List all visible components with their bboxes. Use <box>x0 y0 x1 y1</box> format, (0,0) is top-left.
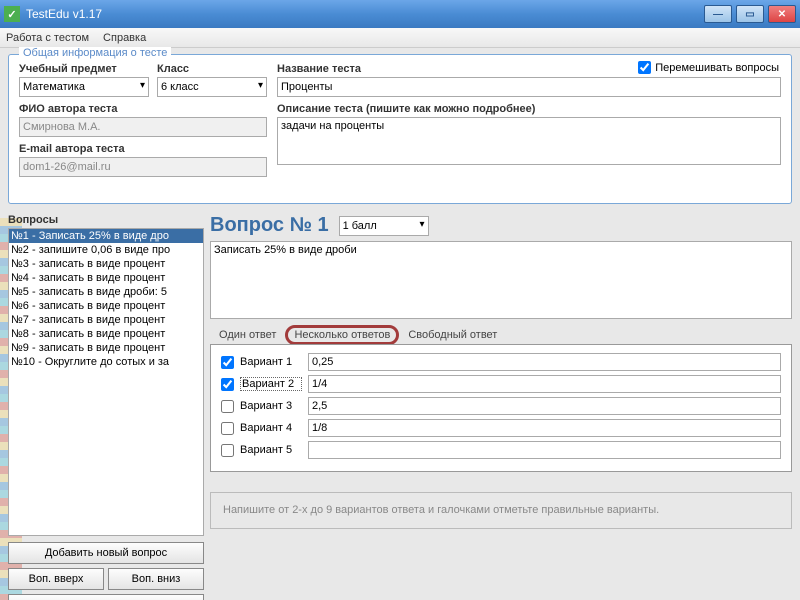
menu-work-with-test[interactable]: Работа с тестом <box>6 32 89 44</box>
question-list-item[interactable]: №6 - записать в виде процент <box>9 299 203 313</box>
answer-label: Вариант 4 <box>240 422 302 434</box>
subject-select[interactable] <box>19 77 149 97</box>
menubar: Работа с тестом Справка <box>0 28 800 48</box>
shuffle-label: Перемешивать вопросы <box>655 62 779 74</box>
answer-correct-checkbox[interactable] <box>221 422 234 435</box>
menu-help[interactable]: Справка <box>103 32 146 44</box>
email-label: E-mail автора теста <box>19 143 267 155</box>
question-list-item[interactable]: №9 - записать в виде процент <box>9 341 203 355</box>
answer-text-input[interactable] <box>308 353 781 371</box>
app-window: ✓ TestEdu v1.17 — ▭ ✕ Работа с тестом Сп… <box>0 0 800 600</box>
question-list-item[interactable]: №1 - Записать 25% в виде дро <box>9 229 203 243</box>
answer-row: Вариант 4 <box>221 419 781 437</box>
close-button[interactable]: ✕ <box>768 5 796 23</box>
question-list-item[interactable]: №8 - записать в виде процент <box>9 327 203 341</box>
question-list-item[interactable]: №3 - записать в виде процент <box>9 257 203 271</box>
test-desc-label: Описание теста (пишите как можно подробн… <box>277 103 781 115</box>
points-select[interactable] <box>339 216 429 236</box>
general-info-legend: Общая информация о тесте <box>19 47 171 59</box>
shuffle-questions-checkbox[interactable]: Перемешивать вопросы <box>638 61 779 74</box>
maximize-button[interactable]: ▭ <box>736 5 764 23</box>
answer-label: Вариант 1 <box>240 356 302 368</box>
question-list-item[interactable]: №5 - записать в виде дроби: 5 <box>9 285 203 299</box>
test-desc-input[interactable] <box>277 117 781 165</box>
answer-text-input[interactable] <box>308 419 781 437</box>
answer-correct-checkbox[interactable] <box>221 400 234 413</box>
answer-row: Вариант 3 <box>221 397 781 415</box>
class-select[interactable] <box>157 77 267 97</box>
question-list-item[interactable]: №7 - записать в виде процент <box>9 313 203 327</box>
answer-correct-checkbox[interactable] <box>221 444 234 457</box>
question-text-input[interactable] <box>210 241 792 319</box>
answers-panel: Вариант 1 Вариант 2 Вариант 3 Вариант 4 Вари… <box>210 344 792 472</box>
test-title-input[interactable] <box>277 77 781 97</box>
question-list-item[interactable]: №2 - запишите 0,06 в виде про <box>9 243 203 257</box>
question-down-button[interactable]: Воп. вниз <box>108 568 204 590</box>
add-question-button[interactable]: Добавить новый вопрос <box>8 542 204 564</box>
delete-question-button[interactable]: Удалить вопрос №1 <box>8 594 204 600</box>
question-list-item[interactable]: №4 - записать в виде процент <box>9 271 203 285</box>
tab-free-answer[interactable]: Свободный ответ <box>399 325 506 345</box>
class-label: Класс <box>157 63 267 75</box>
question-up-button[interactable]: Воп. вверх <box>8 568 104 590</box>
tab-multiple-answers[interactable]: Несколько ответов <box>285 325 399 345</box>
question-header: Вопрос № 1 <box>210 214 329 237</box>
titlebar: ✓ TestEdu v1.17 — ▭ ✕ <box>0 0 800 28</box>
general-info-panel: Общая информация о тесте Перемешивать во… <box>8 54 792 204</box>
answer-row: Вариант 2 <box>221 375 781 393</box>
question-list-item[interactable]: №10 - Округлите до сотых и за <box>9 355 203 369</box>
hint-text: Напишите от 2-х до 9 вариантов ответа и … <box>210 492 792 529</box>
questions-list[interactable]: №1 - Записать 25% в виде дро№2 - запишит… <box>8 228 204 536</box>
questions-panel-label: Вопросы <box>8 214 204 226</box>
answer-label: Вариант 5 <box>240 444 302 456</box>
answer-correct-checkbox[interactable] <box>221 378 234 391</box>
answer-text-input[interactable] <box>308 397 781 415</box>
answer-correct-checkbox[interactable] <box>221 356 234 369</box>
answer-row: Вариант 1 <box>221 353 781 371</box>
author-label: ФИО автора теста <box>19 103 267 115</box>
window-title: TestEdu v1.17 <box>26 7 704 21</box>
answer-type-tabs: Один ответ Несколько ответов Свободный о… <box>210 325 792 345</box>
email-input[interactable] <box>19 157 267 177</box>
answer-label: Вариант 2 <box>240 377 302 391</box>
app-icon: ✓ <box>4 6 20 22</box>
minimize-button[interactable]: — <box>704 5 732 23</box>
shuffle-checkbox-input[interactable] <box>638 61 651 74</box>
author-input[interactable] <box>19 117 267 137</box>
answer-label: Вариант 3 <box>240 400 302 412</box>
answer-text-input[interactable] <box>308 441 781 459</box>
subject-label: Учебный предмет <box>19 63 149 75</box>
answer-row: Вариант 5 <box>221 441 781 459</box>
content-area: Общая информация о тесте Перемешивать во… <box>0 48 800 600</box>
tab-single-answer[interactable]: Один ответ <box>210 325 285 345</box>
answer-text-input[interactable] <box>308 375 781 393</box>
window-controls: — ▭ ✕ <box>704 5 796 23</box>
